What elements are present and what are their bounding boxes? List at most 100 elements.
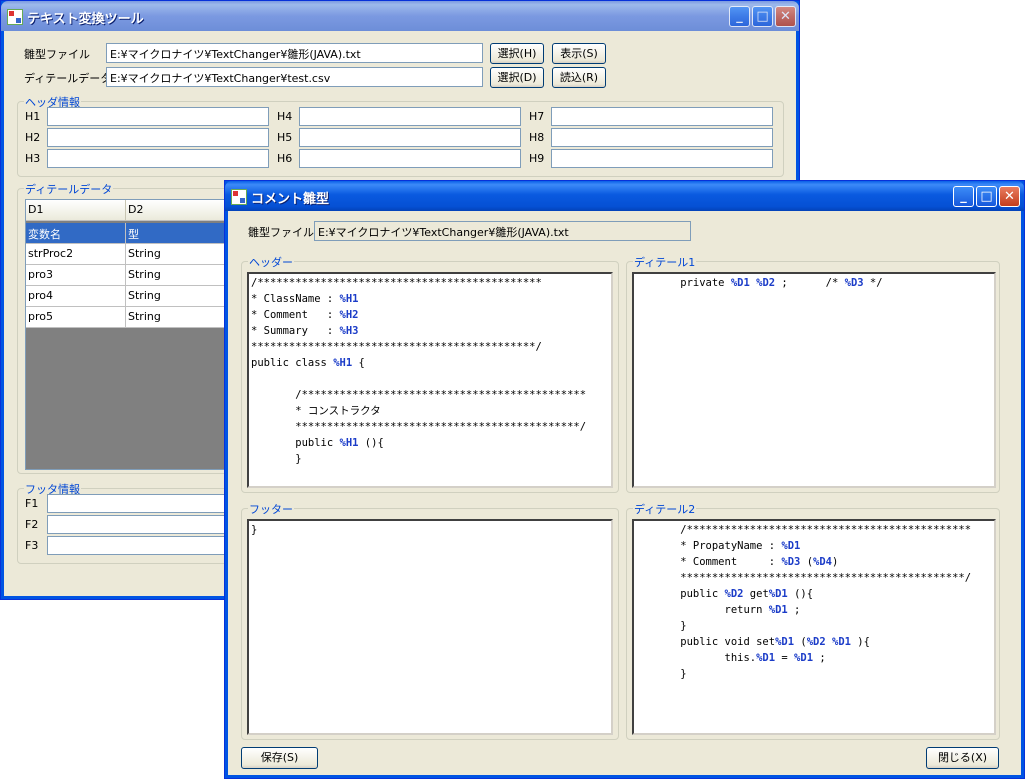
code-line: private %D1 %D2 ; /* %D3 */ xyxy=(636,277,883,289)
header-template-title: ヘッダー xyxy=(248,254,294,270)
detail1-template-editor[interactable]: private %D1 %D2 ; /* %D3 */ xyxy=(632,272,996,488)
placeholder-variable: %D1 xyxy=(832,636,851,648)
h4-input[interactable] xyxy=(299,107,521,126)
close-window-button[interactable]: ✕ xyxy=(999,186,1020,207)
close-button[interactable]: 閉じる(X) xyxy=(926,747,999,769)
maximize-button[interactable]: □ xyxy=(976,186,997,207)
table-row[interactable]: 変数名 型 xyxy=(26,223,234,244)
detail-data-label: ディテールデータ xyxy=(24,72,112,85)
code-line: * Comment : %H2 xyxy=(251,309,359,321)
field-label-f3: F3 xyxy=(25,539,39,552)
detail-data-title: ディテールデータ xyxy=(24,181,114,197)
grid-cell[interactable]: 変数名 xyxy=(26,223,126,244)
placeholder-variable: %D1 xyxy=(730,277,750,289)
select-template-button[interactable]: 選択(H) xyxy=(490,43,544,64)
table-row[interactable]: pro3 String xyxy=(26,265,234,286)
placeholder-variable: %D3 xyxy=(844,277,864,289)
code-line: * PropatyName : %D1 xyxy=(636,540,801,552)
grid-cell[interactable]: String xyxy=(126,265,234,286)
field-label-h2: H2 xyxy=(25,131,41,144)
placeholder-variable: %D1 xyxy=(775,636,795,648)
grid-cell[interactable]: pro5 xyxy=(26,307,126,328)
detail-data-grid[interactable]: D1 D2 変数名 型 strProc2 String pro3 String … xyxy=(25,199,235,470)
detail1-template-title: ディテール1 xyxy=(633,254,697,270)
code-line: public %D2 get%D1 (){ xyxy=(636,588,814,600)
close-icon: ✕ xyxy=(1004,189,1015,204)
code-line: } xyxy=(251,453,302,465)
comment-window-title: コメント雛型 xyxy=(251,192,330,207)
field-label-f1: F1 xyxy=(25,497,39,510)
code-line: ****************************************… xyxy=(251,421,587,433)
show-button[interactable]: 表示(S) xyxy=(552,43,606,64)
template-file-readonly[interactable]: E:¥マイクロナイツ¥TextChanger¥雛形(JAVA).txt xyxy=(314,221,691,241)
field-label-h8: H8 xyxy=(529,131,545,144)
code-line: return %D1 ; xyxy=(636,604,801,616)
maximize-button[interactable]: □ xyxy=(752,6,773,27)
field-label-f2: F2 xyxy=(25,518,39,531)
code-line: ****************************************… xyxy=(636,572,972,584)
code-line: public class %H1 { xyxy=(251,357,365,369)
placeholder-variable: %D2 xyxy=(724,588,744,600)
code-line: } xyxy=(636,668,687,680)
close-window-button[interactable]: ✕ xyxy=(775,6,796,27)
footer-template-editor[interactable]: } xyxy=(247,519,613,735)
placeholder-variable: %D3 xyxy=(781,556,801,568)
grid-cell[interactable]: pro3 xyxy=(26,265,126,286)
placeholder-variable: %D1 xyxy=(768,604,788,616)
code-line: } xyxy=(251,524,258,536)
code-line: * コンストラクタ xyxy=(251,405,381,417)
minimize-button[interactable]: _ xyxy=(953,186,974,207)
code-line: ****************************************… xyxy=(251,341,542,353)
template-file-label: 雛型ファイル xyxy=(248,226,314,239)
grid-cell[interactable]: pro4 xyxy=(26,286,126,307)
h5-input[interactable] xyxy=(299,128,521,147)
app-icon xyxy=(231,189,247,205)
grid-header: D1 D2 xyxy=(26,200,234,221)
save-button[interactable]: 保存(S) xyxy=(241,747,318,769)
column-header-d1[interactable]: D1 xyxy=(26,200,126,221)
grid-cell[interactable]: String xyxy=(126,244,234,265)
h1-input[interactable] xyxy=(47,107,269,126)
detail2-template-editor[interactable]: /***************************************… xyxy=(632,519,996,735)
code-line: /***************************************… xyxy=(636,524,972,536)
header-template-editor[interactable]: /***************************************… xyxy=(247,272,613,488)
table-row[interactable]: pro4 String xyxy=(26,286,234,307)
template-file-input[interactable]: E:¥マイクロナイツ¥TextChanger¥雛形(JAVA).txt xyxy=(106,43,483,63)
code-line: /***************************************… xyxy=(251,389,587,401)
table-row[interactable]: pro5 String xyxy=(26,307,234,328)
template-file-label: 雛型ファイル xyxy=(24,48,90,61)
app-icon xyxy=(7,9,23,25)
table-row[interactable]: strProc2 String xyxy=(26,244,234,265)
main-window-title: テキスト変換ツール xyxy=(27,12,144,27)
h3-input[interactable] xyxy=(47,149,269,168)
select-detail-button[interactable]: 選択(D) xyxy=(490,67,544,88)
field-label-h1: H1 xyxy=(25,110,41,123)
field-label-h5: H5 xyxy=(277,131,293,144)
h7-input[interactable] xyxy=(551,107,773,126)
placeholder-variable: %D1 xyxy=(756,652,776,664)
minimize-button[interactable]: _ xyxy=(729,6,750,27)
comment-title-bar[interactable]: コメント雛型 _ □ ✕ xyxy=(225,181,1024,211)
placeholder-variable: %H1 xyxy=(339,437,359,449)
load-button[interactable]: 読込(R) xyxy=(552,67,606,88)
detail2-template-title: ディテール2 xyxy=(633,501,697,517)
detail-data-input[interactable]: E:¥マイクロナイツ¥TextChanger¥test.csv xyxy=(106,67,483,87)
main-title-bar[interactable]: テキスト変換ツール _ □ ✕ xyxy=(1,1,799,31)
placeholder-variable: %D1 xyxy=(768,588,788,600)
grid-cell[interactable]: strProc2 xyxy=(26,244,126,265)
h9-input[interactable] xyxy=(551,149,773,168)
field-label-h9: H9 xyxy=(529,152,545,165)
h2-input[interactable] xyxy=(47,128,269,147)
grid-cell[interactable]: String xyxy=(126,307,234,328)
placeholder-variable: %H1 xyxy=(339,293,359,305)
column-header-d2[interactable]: D2 xyxy=(126,200,234,221)
field-label-h4: H4 xyxy=(277,110,293,123)
h6-input[interactable] xyxy=(299,149,521,168)
grid-cell[interactable]: String xyxy=(126,286,234,307)
code-line: * Comment : %D3 (%D4) xyxy=(636,556,839,568)
h8-input[interactable] xyxy=(551,128,773,147)
footer-template-title: フッター xyxy=(248,501,294,517)
grid-cell[interactable]: 型 xyxy=(126,223,234,244)
placeholder-variable: %D1 xyxy=(794,652,814,664)
